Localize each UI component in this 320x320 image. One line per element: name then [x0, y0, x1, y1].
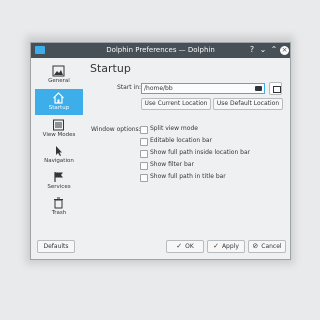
ok-button[interactable]: ✓ OK	[166, 240, 204, 253]
maximize-button[interactable]: ⌃	[269, 45, 279, 55]
home-icon	[53, 92, 64, 104]
sidebar-item-label: View Modes	[42, 132, 76, 138]
sidebar: General Startup View Modes Navigation Se…	[35, 62, 83, 222]
check-icon: ✓	[176, 242, 183, 250]
sidebar-item-startup[interactable]: Startup	[35, 89, 83, 115]
apply-button[interactable]: ✓ Apply	[207, 240, 245, 253]
help-button[interactable]: ?	[247, 45, 257, 55]
sidebar-item-navigation[interactable]: Navigation	[35, 142, 83, 168]
sidebar-item-label: General	[48, 78, 70, 84]
start-in-field[interactable]	[141, 83, 265, 94]
option-label: Show full path inside location bar	[150, 149, 251, 156]
checkbox[interactable]	[140, 150, 148, 158]
cancel-button[interactable]: ⊘ Cancel	[248, 240, 286, 253]
close-button[interactable]: ×	[280, 46, 289, 55]
page-title: Startup	[90, 62, 131, 75]
checkbox[interactable]	[140, 162, 148, 170]
flag-icon	[54, 172, 63, 182]
image-icon	[52, 65, 65, 77]
use-current-location-button[interactable]: Use Current Location	[141, 98, 211, 110]
clear-icon[interactable]	[255, 86, 262, 91]
cancel-icon: ⊘	[252, 242, 259, 250]
checkbox[interactable]	[140, 126, 148, 134]
sidebar-item-view-modes[interactable]: View Modes	[35, 116, 83, 142]
checkbox[interactable]	[140, 174, 148, 182]
sidebar-item-label: Trash	[51, 210, 67, 216]
trash-icon	[54, 197, 63, 209]
sidebar-item-trash[interactable]: Trash	[35, 194, 83, 220]
start-in-input[interactable]	[144, 84, 252, 93]
option-label: Editable location bar	[150, 137, 213, 144]
check-icon: ✓	[213, 242, 219, 250]
minimize-button[interactable]: ⌄	[258, 45, 268, 55]
window-options-label: Window options:	[91, 126, 141, 133]
use-default-location-button[interactable]: Use Default Location	[213, 98, 283, 110]
option-label: Split view mode	[150, 125, 198, 132]
defaults-button[interactable]: Defaults	[37, 240, 75, 253]
folder-icon	[273, 86, 281, 93]
checkbox[interactable]	[140, 138, 148, 146]
option-label: Show full path in title bar	[150, 173, 226, 180]
preferences-dialog: Dolphin Preferences — Dolphin ? ⌄ ⌃ × Ge…	[30, 42, 291, 260]
cancel-label: Cancel	[261, 243, 282, 250]
list-icon	[53, 119, 64, 131]
sidebar-item-label: Startup	[48, 105, 70, 111]
start-in-label: Start in:	[117, 84, 142, 91]
sidebar-item-label: Navigation	[44, 158, 74, 164]
titlebar[interactable]: Dolphin Preferences — Dolphin ? ⌄ ⌃ ×	[31, 43, 290, 58]
sidebar-item-label: Services	[47, 184, 71, 190]
cursor-icon	[56, 146, 62, 156]
ok-label: OK	[185, 243, 194, 250]
browse-folder-button[interactable]	[269, 82, 282, 95]
sidebar-item-services[interactable]: Services	[35, 168, 83, 194]
option-label: Show filter bar	[150, 161, 194, 168]
apply-label: Apply	[221, 243, 239, 250]
sidebar-item-general[interactable]: General	[35, 62, 83, 88]
